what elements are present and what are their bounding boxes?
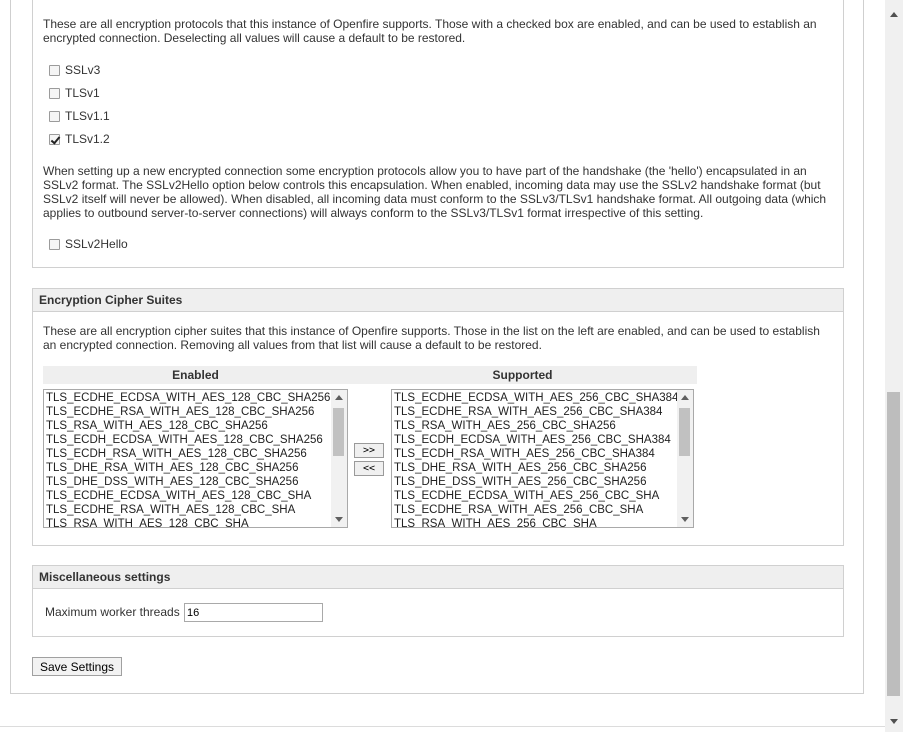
add-cipher-button[interactable]: >> <box>354 443 384 458</box>
protocol-checkbox-row[interactable]: SSLv3 <box>49 62 100 78</box>
cipher-option[interactable]: TLS_RSA_WITH_AES_256_CBC_SHA256 <box>394 419 676 433</box>
remove-cipher-button[interactable]: << <box>354 461 384 476</box>
cipher-option[interactable]: TLS_ECDHE_RSA_WITH_AES_128_CBC_SHA <box>46 503 330 517</box>
scroll-down-icon[interactable] <box>681 517 689 522</box>
cipher-option[interactable]: TLS_RSA_WITH_AES_128_CBC_SHA256 <box>46 419 330 433</box>
protocol-checkbox-row[interactable]: TLSv1.2 <box>49 131 110 147</box>
supported-list-scrollbar[interactable] <box>677 390 693 527</box>
misc-settings-title: Miscellaneous settings <box>33 566 843 589</box>
cipher-option[interactable]: TLS_ECDHE_ECDSA_WITH_AES_256_CBC_SHA <box>394 489 676 503</box>
sslv2hello-label: SSLv2Hello <box>65 237 128 251</box>
cipher-option[interactable]: TLS_ECDHE_ECDSA_WITH_AES_128_CBC_SHA <box>46 489 330 503</box>
cipher-option[interactable]: TLS_DHE_DSS_WITH_AES_256_CBC_SHA256 <box>394 475 676 489</box>
worker-threads-label: Maximum worker threads <box>45 605 180 619</box>
protocol-label: SSLv3 <box>65 63 101 77</box>
protocol-label: TLSv1.1 <box>65 109 110 123</box>
cipher-option[interactable]: TLS_RSA_WITH_AES_256_CBC_SHA <box>394 517 676 527</box>
supported-column-header: Supported <box>348 366 697 384</box>
scroll-down-icon[interactable] <box>890 719 898 724</box>
scroll-thumb[interactable] <box>333 408 344 456</box>
cipher-option[interactable]: TLS_DHE_DSS_WITH_AES_128_CBC_SHA256 <box>46 475 330 489</box>
protocols-description: These are all encryption protocols that … <box>43 17 817 45</box>
cipher-option[interactable]: TLS_ECDHE_RSA_WITH_AES_256_CBC_SHA384 <box>394 405 676 419</box>
divider <box>0 726 885 727</box>
save-settings-button[interactable]: Save Settings <box>32 657 122 676</box>
cipher-option[interactable]: TLS_ECDH_RSA_WITH_AES_256_CBC_SHA384 <box>394 447 676 461</box>
enabled-column-header: Enabled <box>43 366 348 384</box>
protocol-checkbox-row[interactable]: TLSv1.1 <box>49 108 110 124</box>
cipher-option[interactable]: TLS_ECDH_RSA_WITH_AES_128_CBC_SHA256 <box>46 447 330 461</box>
supported-ciphers-list[interactable]: TLS_ECDHE_ECDSA_WITH_AES_256_CBC_SHA384 T… <box>391 389 694 528</box>
cipher-option[interactable]: TLS_DHE_RSA_WITH_AES_256_CBC_SHA256 <box>394 461 676 475</box>
enabled-ciphers-list[interactable]: TLS_ECDHE_ECDSA_WITH_AES_128_CBC_SHA256 T… <box>43 389 348 528</box>
scroll-thumb[interactable] <box>679 408 690 456</box>
sslv2hello-row[interactable]: SSLv2Hello <box>49 236 128 252</box>
cipher-option[interactable]: TLS_RSA_WITH_AES_128_CBC_SHA <box>46 517 330 527</box>
scroll-thumb[interactable] <box>887 392 900 696</box>
protocol-checkbox-row[interactable]: TLSv1 <box>49 85 100 101</box>
cipher-suites-title: Encryption Cipher Suites <box>33 289 843 312</box>
misc-settings-section: Miscellaneous settings Maximum worker th… <box>32 565 844 637</box>
protocols-section: These are all encryption protocols that … <box>32 0 844 268</box>
cipher-option[interactable]: TLS_ECDHE_ECDSA_WITH_AES_256_CBC_SHA384 <box>394 391 678 405</box>
protocol-checkbox[interactable] <box>49 64 60 76</box>
scroll-down-icon[interactable] <box>335 517 343 522</box>
scroll-up-icon[interactable] <box>890 12 898 17</box>
cipher-option[interactable]: TLS_ECDH_ECDSA_WITH_AES_128_CBC_SHA256 <box>46 433 330 447</box>
protocol-label: TLSv1.2 <box>65 132 110 146</box>
protocol-checkbox[interactable] <box>49 110 60 122</box>
cipher-suites-section: Encryption Cipher Suites These are all e… <box>32 288 844 546</box>
page-scrollbar[interactable] <box>885 0 903 732</box>
protocol-checkbox[interactable] <box>49 133 60 145</box>
enabled-list-scrollbar[interactable] <box>331 390 347 527</box>
cipher-option[interactable]: TLS_ECDHE_ECDSA_WITH_AES_128_CBC_SHA256 <box>46 391 330 405</box>
cipher-option[interactable]: TLS_ECDHE_RSA_WITH_AES_128_CBC_SHA256 <box>46 405 330 419</box>
protocol-label: TLSv1 <box>65 86 100 100</box>
cipher-option[interactable]: TLS_ECDH_ECDSA_WITH_AES_256_CBC_SHA384 <box>394 433 676 447</box>
scroll-up-icon[interactable] <box>681 395 689 400</box>
worker-threads-input[interactable] <box>184 603 323 622</box>
sslv2hello-description: When setting up a new encrypted connecti… <box>43 164 827 220</box>
cipher-suites-description: These are all encryption cipher suites t… <box>43 324 820 352</box>
protocol-checkbox[interactable] <box>49 87 60 99</box>
cipher-option[interactable]: TLS_ECDHE_RSA_WITH_AES_256_CBC_SHA <box>394 503 676 517</box>
cipher-option[interactable]: TLS_DHE_RSA_WITH_AES_128_CBC_SHA256 <box>46 461 330 475</box>
sslv2hello-checkbox[interactable] <box>49 238 60 250</box>
scroll-up-icon[interactable] <box>335 395 343 400</box>
